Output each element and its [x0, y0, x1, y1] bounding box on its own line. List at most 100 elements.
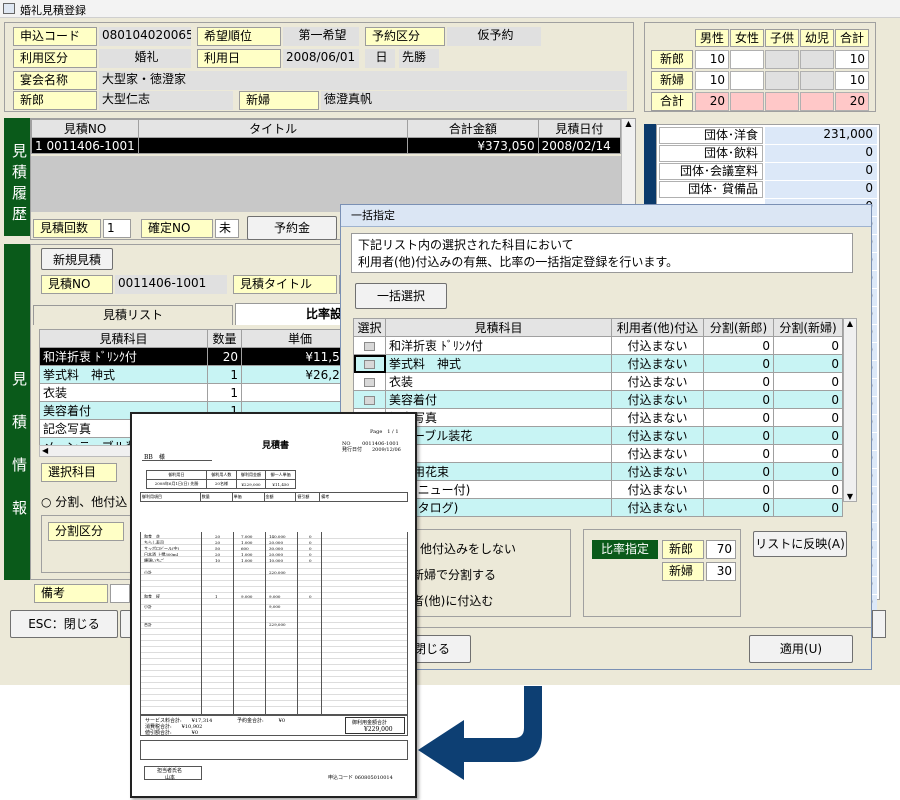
dialog-col-bride: 分割(新婦): [773, 318, 843, 337]
deposit-button[interactable]: 予約金: [247, 216, 337, 240]
dialog-item-row[interactable]: 美容着付 付込まない 0 0: [353, 390, 843, 409]
dialog-select-cell[interactable]: [353, 372, 386, 391]
doc-line-item: 饅頭いちご: [144, 558, 164, 563]
dialog-select-cell[interactable]: [353, 354, 386, 373]
scroll-up-icon[interactable]: ▲: [844, 319, 856, 328]
guest-count-cell[interactable]: 10: [695, 50, 729, 69]
doc-col-divider: [265, 532, 266, 716]
guest-count-cell[interactable]: 20: [835, 92, 869, 111]
dialog-item-groom-split[interactable]: 0: [703, 390, 774, 409]
dialog-title: 一括指定: [341, 205, 871, 227]
dialog-item-bride-split[interactable]: 0: [773, 372, 843, 391]
dialog-item-row[interactable]: 挙式料 神式 付込まない 0 0: [353, 354, 843, 373]
dialog-item-groom-split[interactable]: 0: [703, 426, 774, 445]
dialog-item-groom-split[interactable]: 0: [703, 408, 774, 427]
dialog-item-payer[interactable]: 付込まない: [611, 408, 704, 427]
checkbox-icon[interactable]: [364, 341, 375, 351]
guest-count-cell[interactable]: 10: [835, 71, 869, 90]
right-button-partial[interactable]: [872, 610, 886, 638]
dialog-item-row[interactable]: 贈呈用花束 付込まない 0 0: [353, 462, 843, 481]
history-row[interactable]: 1 0011406-1001 ¥373,050 2008/02/14: [30, 137, 622, 154]
dialog-item-name: ンテーブル装花: [385, 426, 612, 445]
dialog-item-payer[interactable]: 付込まない: [611, 354, 704, 373]
dialog-item-bride-split[interactable]: 0: [773, 498, 843, 517]
option-no-charge[interactable]: 他付込みをしない: [420, 540, 516, 557]
ratio-bride-input[interactable]: 30: [706, 562, 736, 581]
guest-count-cell[interactable]: [800, 92, 834, 111]
dialog-item-row[interactable]: 記念写真付込まない00: [353, 408, 843, 427]
tab-estimate-list[interactable]: 見積リスト: [33, 305, 233, 325]
dialog-item-bride-split[interactable]: 0: [773, 444, 843, 463]
scroll-left-icon[interactable]: ◀: [42, 446, 48, 455]
doc-info-header: 御利用人数: [206, 470, 237, 480]
apply-button[interactable]: 適用(U): [749, 635, 853, 663]
guest-count-cell[interactable]: 20: [695, 92, 729, 111]
dialog-item-payer[interactable]: 付込まない: [611, 372, 704, 391]
dialog-item-groom-split[interactable]: 0: [703, 354, 774, 373]
guest-count-cell[interactable]: [730, 50, 764, 69]
dialog-item-name: 記念写真: [385, 408, 612, 427]
estimate-item-row[interactable]: 衣装1¥0: [39, 383, 359, 402]
dialog-item-groom-split[interactable]: 0: [703, 498, 774, 517]
dialog-item-groom-split[interactable]: 0: [703, 462, 774, 481]
guest-count-cell[interactable]: [800, 50, 834, 69]
guest-count-cell[interactable]: [765, 71, 799, 90]
dialog-item-groom-split[interactable]: 0: [703, 444, 774, 463]
dialog-item-payer[interactable]: 付込まない: [611, 336, 704, 355]
guest-count-cell[interactable]: [730, 92, 764, 111]
dialog-select-cell[interactable]: [353, 336, 386, 355]
dialog-item-bride-split[interactable]: 0: [773, 462, 843, 481]
note-input[interactable]: [110, 584, 130, 603]
guest-count-cell[interactable]: [730, 71, 764, 90]
guest-count-cell[interactable]: 10: [695, 71, 729, 90]
dialog-item-groom-split[interactable]: 0: [703, 336, 774, 355]
dialog-item-payer[interactable]: 付込まない: [611, 462, 704, 481]
dialog-item-groom-split[interactable]: 0: [703, 480, 774, 499]
dialog-item-bride-split[interactable]: 0: [773, 426, 843, 445]
dialog-item-row[interactable]: ンテーブル装花 付込まない 0 0: [353, 426, 843, 445]
dialog-item-row[interactable]: 和洋折衷 ﾄﾞﾘﾝｸ付 付込まない 0 0: [353, 336, 843, 355]
dialog-item-bride-split[interactable]: 0: [773, 336, 843, 355]
dialog-item-payer[interactable]: 付込まない: [611, 390, 704, 409]
dialog-item-row[interactable]: 花付込まない00: [353, 444, 843, 463]
dialog-scrollbar[interactable]: ▲ ▼: [843, 318, 857, 502]
ratio-groom-input[interactable]: 70: [706, 540, 736, 559]
dialog-item-payer[interactable]: 付込まない: [611, 498, 704, 517]
dialog-item-bride-split[interactable]: 0: [773, 390, 843, 409]
guest-row-label: 合計: [651, 92, 693, 111]
checkbox-icon[interactable]: [364, 377, 375, 387]
option-charge-other[interactable]: 者(他)に付込む: [412, 592, 493, 609]
dialog-item-bride-split[interactable]: 0: [773, 480, 843, 499]
history-side-label: 見積履歴: [4, 118, 30, 236]
dialog-item-row[interactable]: 礼(メニュー付) 付込まない 0 0: [353, 480, 843, 499]
dialog-item-groom-split[interactable]: 0: [703, 372, 774, 391]
scroll-up-icon[interactable]: ▲: [622, 119, 635, 128]
dialog-item-payer[interactable]: 付込まない: [611, 426, 704, 445]
checkbox-icon[interactable]: [364, 359, 375, 369]
confirmed-no-value: 未: [215, 219, 239, 238]
dialog-item-bride-split[interactable]: 0: [773, 354, 843, 373]
scroll-down-icon[interactable]: ▼: [844, 492, 856, 501]
doc-rule-line: [141, 568, 407, 569]
dialog-item-bride-split[interactable]: 0: [773, 408, 843, 427]
dialog-item-payer[interactable]: 付込まない: [611, 480, 704, 499]
dialog-item-payer[interactable]: 付込まない: [611, 444, 704, 463]
select-all-button[interactable]: 一括選択: [355, 283, 447, 309]
guest-count-cell[interactable]: [765, 50, 799, 69]
guest-count-cell[interactable]: [765, 92, 799, 111]
dialog-select-cell[interactable]: [353, 390, 386, 409]
guest-count-cell[interactable]: 10: [835, 50, 869, 69]
dialog-item-name: 挙式料 神式: [385, 354, 612, 373]
checkbox-icon[interactable]: [364, 395, 375, 405]
estimate-item-row[interactable]: 和洋折衷 ﾄﾞﾘﾝｸ付 20 ¥11,550: [39, 347, 359, 366]
new-estimate-button[interactable]: 新規見積: [41, 248, 113, 270]
history-scrollbar[interactable]: ▲: [621, 119, 635, 215]
esc-close-button[interactable]: ESC：閉じる: [10, 610, 118, 638]
guest-count-cell[interactable]: [800, 71, 834, 90]
dialog-item-row[interactable]: 物(カタログ) 付込まない 0 0: [353, 498, 843, 517]
dialog-item-row[interactable]: 衣装 付込まない 0 0: [353, 372, 843, 391]
option-split-bride[interactable]: 新婦で分割する: [412, 566, 496, 583]
estimate-item-row[interactable]: 挙式料 神式 1 ¥26,250: [39, 365, 359, 384]
radio-icon[interactable]: ○: [41, 495, 55, 509]
reflect-to-list-button[interactable]: リストに反映(A): [753, 531, 847, 557]
